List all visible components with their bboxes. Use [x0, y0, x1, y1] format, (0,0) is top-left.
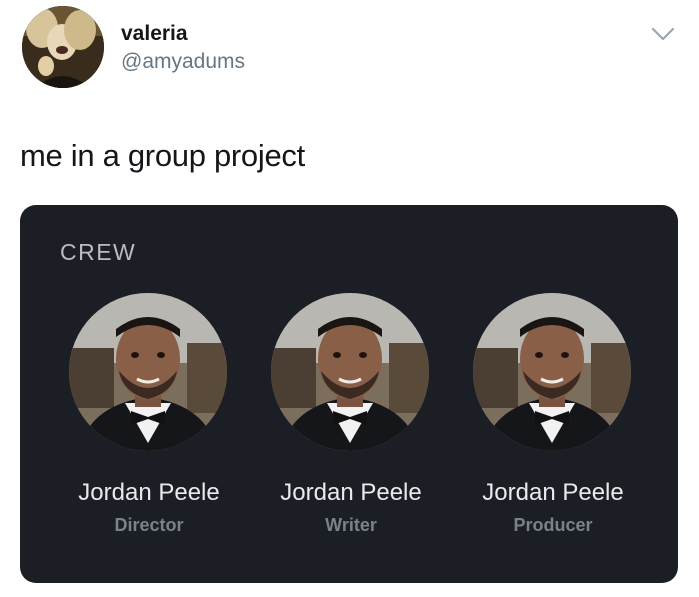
- tweet-text: me in a group project: [20, 138, 305, 173]
- member-name: Jordan Peele: [482, 479, 624, 506]
- member-role: Writer: [325, 515, 377, 535]
- member-role: Director: [114, 515, 184, 535]
- member-photo: [69, 293, 227, 451]
- tweet-header: valeria @amyadums: [22, 6, 682, 96]
- crew-member-director[interactable]: Jordan Peele Director: [44, 293, 244, 563]
- member-role: Producer: [513, 515, 593, 535]
- avatar[interactable]: [22, 6, 104, 88]
- chevron-down-icon[interactable]: [650, 24, 676, 44]
- avatar-photo: [22, 6, 104, 88]
- member-name: Jordan Peele: [78, 479, 220, 506]
- crew-card: CREW Jordan Peele Director Jordan Peele …: [20, 205, 678, 583]
- user-handle[interactable]: @amyadums: [121, 50, 245, 74]
- member-photo: [473, 293, 631, 451]
- member-name: Jordan Peele: [280, 479, 422, 506]
- crew-heading: CREW: [60, 239, 137, 265]
- crew-member-producer[interactable]: Jordan Peele Producer: [448, 293, 648, 563]
- display-name[interactable]: valeria: [121, 22, 188, 46]
- crew-member-writer[interactable]: Jordan Peele Writer: [246, 293, 446, 563]
- member-photo: [271, 293, 429, 451]
